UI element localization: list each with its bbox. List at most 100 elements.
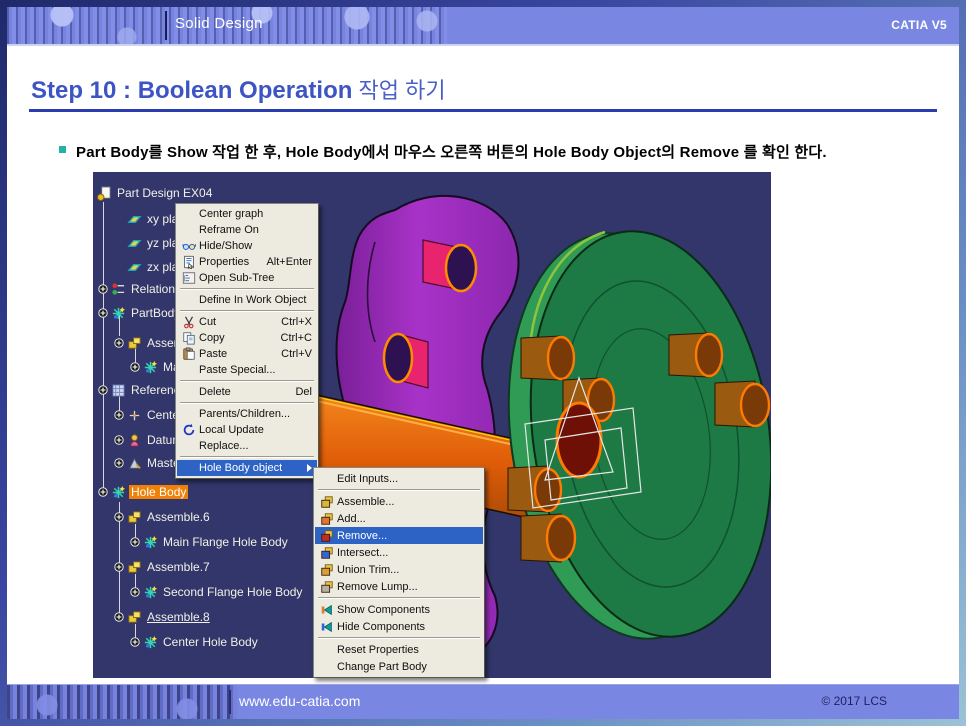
bullet-row: Part Body를 Show 작업 한 후, Hole Body에서 마우스 …	[59, 141, 964, 162]
expand-node-icon[interactable]	[114, 338, 124, 348]
menu-item-delete[interactable]: DeleteDel	[177, 384, 317, 400]
menu-separator	[318, 489, 480, 491]
menu-item-paste[interactable]: PasteCtrl+V	[177, 346, 317, 362]
remove-operation-icon	[320, 529, 334, 543]
show-components-icon	[320, 603, 334, 617]
paste-icon	[182, 347, 196, 361]
submenu-item-edit-inputs[interactable]: Edit Inputs...	[315, 470, 483, 487]
expand-node-icon[interactable]	[130, 587, 140, 597]
hide-show-glasses-icon	[182, 239, 196, 253]
datum-icon	[127, 433, 142, 448]
expand-node-icon[interactable]	[98, 308, 108, 318]
submenu-item-change-part-body[interactable]: Change Part Body	[315, 658, 483, 675]
expand-node-icon[interactable]	[98, 284, 108, 294]
menu-item-replace[interactable]: Replace...	[177, 438, 317, 454]
tree-item-second-flange-hole-body[interactable]: Second Flange Hole Body	[130, 583, 304, 601]
expand-node-icon[interactable]	[98, 487, 108, 497]
submenu-item-show-components[interactable]: Show Components	[315, 601, 483, 618]
menu-item-hide-show[interactable]: Hide/Show	[177, 238, 317, 254]
menu-item-properties[interactable]: PropertiesAlt+Enter	[177, 254, 317, 270]
page-title-english: Step 10 : Boolean Operation	[31, 77, 352, 104]
reference-icon	[111, 383, 126, 398]
header-product-label: Solid Design	[175, 15, 263, 32]
menu-item-reframe-on[interactable]: Reframe On	[177, 222, 317, 238]
body-icon	[143, 360, 158, 375]
submenu-item-remove-lump[interactable]: Remove Lump...	[315, 578, 483, 595]
slide: Solid Design CATIA V5 Step 10 : Boolean …	[0, 0, 966, 726]
menu-item-hole-body-object[interactable]: Hole Body object	[177, 460, 317, 476]
tree-item-main-flange-hole-body[interactable]: Main Flange Hole Body	[130, 533, 290, 551]
submenu-item-add[interactable]: Add...	[315, 510, 483, 527]
axis-icon	[127, 408, 142, 423]
tree-item-datum[interactable]: Datum	[114, 431, 184, 449]
tree-item-assemble-8[interactable]: Assemble.8	[114, 608, 212, 626]
header-brand-label: CATIA V5	[891, 18, 947, 32]
plane-icon	[127, 236, 142, 251]
menu-item-open-sub-tree[interactable]: Open Sub-Tree	[177, 270, 317, 286]
expand-node-icon[interactable]	[114, 458, 124, 468]
tree-item-part-design-root[interactable]: Part Design EX04	[97, 184, 214, 202]
menu-item-define-in-work-object[interactable]: Define In Work Object	[177, 292, 317, 308]
expand-node-icon[interactable]	[114, 410, 124, 420]
catia-screenshot: Part Design EX04 xy plane yz plane zx pl…	[93, 172, 771, 678]
expand-node-icon[interactable]	[98, 385, 108, 395]
submenu-item-hide-components[interactable]: Hide Components	[315, 618, 483, 635]
body-icon	[143, 585, 158, 600]
submenu-item-assemble[interactable]: Assemble...	[315, 493, 483, 510]
expand-node-icon[interactable]	[130, 537, 140, 547]
scissors-icon	[182, 315, 196, 329]
hide-components-icon	[320, 620, 334, 634]
menu-item-local-update[interactable]: Local Update	[177, 422, 317, 438]
update-arrows-icon	[182, 423, 196, 437]
expand-node-icon[interactable]	[114, 435, 124, 445]
expand-node-icon[interactable]	[130, 362, 140, 372]
tree-item-hole-body[interactable]: Hole Body	[98, 483, 188, 501]
properties-icon	[182, 255, 196, 269]
menu-item-center-graph[interactable]: Center graph	[177, 206, 317, 222]
tree-item-relations[interactable]: Relations	[98, 280, 183, 298]
assemble-icon	[127, 560, 142, 575]
selected-tree-label: Hole Body	[129, 485, 188, 499]
plane-icon	[127, 212, 142, 227]
submenu-item-remove[interactable]: Remove...	[315, 527, 483, 544]
bullet-square-icon	[59, 146, 66, 153]
footer-website-link[interactable]: www.edu-catia.com	[239, 693, 360, 709]
submenu-item-union-trim[interactable]: Union Trim...	[315, 561, 483, 578]
tree-item-partbody[interactable]: PartBody	[98, 304, 182, 322]
union-trim-operation-icon	[320, 563, 334, 577]
expand-node-icon[interactable]	[130, 637, 140, 647]
intersect-operation-icon	[320, 546, 334, 560]
expand-node-icon[interactable]	[114, 512, 124, 522]
remove-lump-operation-icon	[320, 580, 334, 594]
sub-tree-icon	[182, 271, 196, 285]
body-icon	[111, 306, 126, 321]
submenu-item-intersect[interactable]: Intersect...	[315, 544, 483, 561]
submenu-item-reset-properties[interactable]: Reset Properties	[315, 641, 483, 658]
footer-divider	[229, 690, 231, 714]
tree-item-assemble-6[interactable]: Assemble.6	[114, 508, 212, 526]
expand-node-icon[interactable]	[114, 612, 124, 622]
part-document-icon	[97, 186, 112, 201]
add-operation-icon	[320, 512, 334, 526]
hole-body-object-submenu: Edit Inputs... Assemble... Add... Remove…	[313, 467, 485, 678]
tree-item-assemble-7[interactable]: Assemble.7	[114, 558, 212, 576]
menu-separator	[180, 402, 314, 404]
page-title-korean: 작업 하기	[352, 78, 445, 103]
menu-item-cut[interactable]: CutCtrl+X	[177, 314, 317, 330]
menu-item-paste-special[interactable]: Paste Special...	[177, 362, 317, 378]
menu-item-copy[interactable]: CopyCtrl+C	[177, 330, 317, 346]
menu-separator	[318, 597, 480, 599]
assemble-icon	[127, 510, 142, 525]
submenu-arrow-icon	[307, 464, 312, 472]
tree-item-center-hole-body[interactable]: Center Hole Body	[130, 633, 260, 651]
footer-copyright: © 2017 LCS	[821, 694, 887, 708]
body-icon	[143, 635, 158, 650]
relations-icon	[111, 282, 126, 297]
header-divider	[165, 11, 167, 40]
expand-node-icon[interactable]	[114, 562, 124, 572]
menu-item-parents-children[interactable]: Parents/Children...	[177, 406, 317, 422]
bullet-text: Part Body를 Show 작업 한 후, Hole Body에서 마우스 …	[76, 141, 827, 162]
footer-banner: www.edu-catia.com © 2017 LCS	[7, 684, 959, 719]
header-banner: Solid Design CATIA V5	[7, 7, 959, 46]
tree-trunk-line	[103, 202, 104, 494]
